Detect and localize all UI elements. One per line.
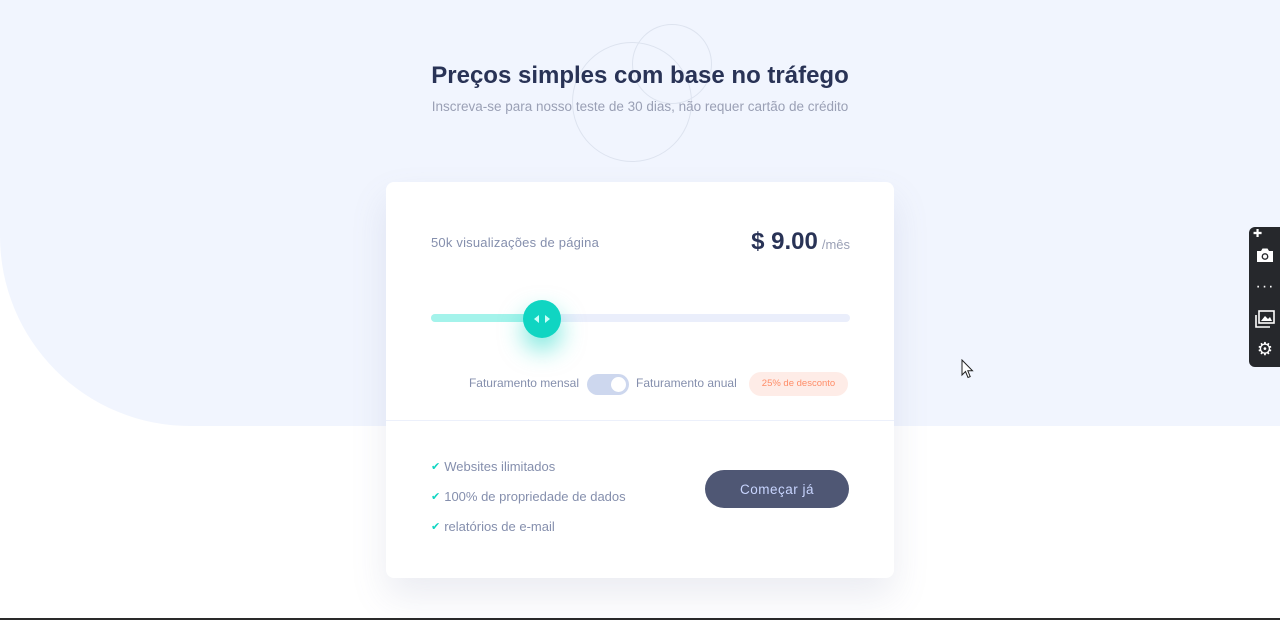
camera-icon[interactable] — [1253, 243, 1277, 267]
gear-icon[interactable]: ⚙ — [1253, 337, 1277, 361]
gallery-icon[interactable] — [1253, 307, 1277, 331]
plus-icon[interactable]: ✚ — [1253, 227, 1277, 240]
more-icon[interactable]: ··· — [1253, 275, 1277, 299]
page-subtitle: Inscreva-se para nosso teste de 30 dias,… — [431, 99, 849, 114]
pricing-card-top: 50k visualizações de página $ 9.00 /mês … — [386, 182, 894, 420]
capture-toolbar: ✚ ··· ⚙ — [1249, 227, 1280, 367]
feature-item: ✔ relatórios de e-mail — [431, 511, 626, 541]
feature-item: ✔ 100% de propriedade de dados — [431, 481, 626, 511]
features-list: ✔ Websites ilimitados ✔ 100% de propried… — [431, 451, 626, 541]
feature-label: relatórios de e-mail — [444, 518, 555, 534]
mouse-cursor-icon — [961, 359, 974, 379]
feature-label: Websites ilimitados — [444, 458, 556, 474]
price-period: /mês — [821, 237, 850, 252]
check-icon: ✔ — [431, 460, 441, 473]
pageviews-slider[interactable] — [431, 300, 850, 338]
pricing-card: 50k visualizações de página $ 9.00 /mês … — [386, 182, 894, 578]
page-title: Preços simples com base no tráfego — [431, 62, 849, 89]
page: Preços simples com base no tráfego Inscr… — [0, 0, 1280, 620]
billing-toggle-row: Faturamento mensal Faturamento anual 25%… — [386, 372, 894, 396]
check-icon: ✔ — [431, 490, 441, 503]
billing-annual-label: Faturamento anual — [636, 376, 737, 390]
slider-thumb[interactable] — [523, 300, 562, 338]
price-amount: $ 9.00 — [751, 228, 818, 255]
discount-badge: 25% de desconto — [749, 372, 848, 396]
price-display: $ 9.00 /mês — [751, 228, 850, 256]
pageviews-label: 50k visualizações de página — [431, 235, 600, 250]
toggle-knob — [611, 377, 626, 392]
feature-item: ✔ Websites ilimitados — [431, 451, 626, 481]
check-icon: ✔ — [431, 520, 441, 533]
feature-label: 100% de propriedade de dados — [444, 488, 626, 504]
billing-monthly-label: Faturamento mensal — [468, 376, 579, 390]
slider-arrows-icon — [534, 315, 551, 323]
start-trial-button[interactable]: Começar já — [705, 470, 849, 508]
card-divider — [386, 420, 894, 421]
billing-toggle[interactable] — [587, 374, 629, 395]
